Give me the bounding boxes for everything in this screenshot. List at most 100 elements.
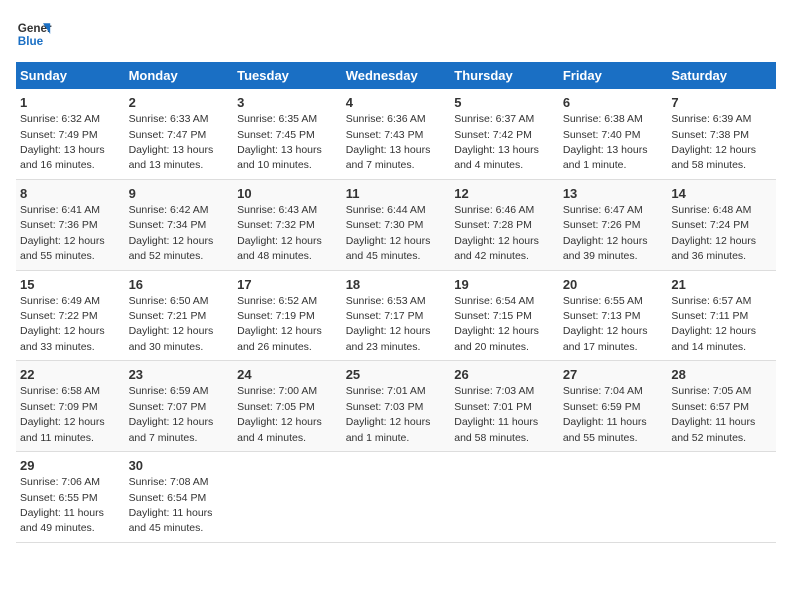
daylight: Daylight: 12 hours and 26 minutes. [237, 325, 322, 352]
day-cell: 26Sunrise: 7:03 AMSunset: 7:01 PMDayligh… [450, 361, 559, 452]
day-number: 26 [454, 366, 555, 384]
day-cell: 27Sunrise: 7:04 AMSunset: 6:59 PMDayligh… [559, 361, 668, 452]
sunrise: Sunrise: 7:01 AM [346, 385, 426, 397]
sunset: Sunset: 6:57 PM [671, 401, 749, 413]
daylight: Daylight: 12 hours and 11 minutes. [20, 416, 105, 443]
day-cell: 28Sunrise: 7:05 AMSunset: 6:57 PMDayligh… [667, 361, 776, 452]
sunset: Sunset: 7:30 PM [346, 219, 424, 231]
day-cell: 22Sunrise: 6:58 AMSunset: 7:09 PMDayligh… [16, 361, 125, 452]
sunrise: Sunrise: 6:50 AM [129, 295, 209, 307]
daylight: Daylight: 12 hours and 33 minutes. [20, 325, 105, 352]
sunset: Sunset: 7:32 PM [237, 219, 315, 231]
calendar-table: SundayMondayTuesdayWednesdayThursdayFrid… [16, 62, 776, 543]
day-cell: 9Sunrise: 6:42 AMSunset: 7:34 PMDaylight… [125, 179, 234, 270]
sunset: Sunset: 7:03 PM [346, 401, 424, 413]
day-cell [233, 452, 342, 543]
daylight: Daylight: 12 hours and 39 minutes. [563, 235, 648, 262]
col-header-tuesday: Tuesday [233, 62, 342, 89]
day-number: 18 [346, 276, 447, 294]
day-number: 19 [454, 276, 555, 294]
sunset: Sunset: 7:26 PM [563, 219, 641, 231]
day-cell: 7Sunrise: 6:39 AMSunset: 7:38 PMDaylight… [667, 89, 776, 179]
daylight: Daylight: 12 hours and 1 minute. [346, 416, 431, 443]
sunset: Sunset: 7:21 PM [129, 310, 207, 322]
week-row-3: 15Sunrise: 6:49 AMSunset: 7:22 PMDayligh… [16, 270, 776, 361]
sunset: Sunset: 7:47 PM [129, 129, 207, 141]
day-cell: 1Sunrise: 6:32 AMSunset: 7:49 PMDaylight… [16, 89, 125, 179]
day-cell: 13Sunrise: 6:47 AMSunset: 7:26 PMDayligh… [559, 179, 668, 270]
sunrise: Sunrise: 6:47 AM [563, 204, 643, 216]
sunset: Sunset: 6:54 PM [129, 492, 207, 504]
sunset: Sunset: 7:34 PM [129, 219, 207, 231]
daylight: Daylight: 12 hours and 23 minutes. [346, 325, 431, 352]
daylight: Daylight: 12 hours and 58 minutes. [671, 144, 756, 171]
daylight: Daylight: 12 hours and 48 minutes. [237, 235, 322, 262]
day-number: 11 [346, 185, 447, 203]
sunrise: Sunrise: 6:58 AM [20, 385, 100, 397]
sunrise: Sunrise: 6:38 AM [563, 113, 643, 125]
day-number: 15 [20, 276, 121, 294]
day-number: 20 [563, 276, 664, 294]
daylight: Daylight: 12 hours and 45 minutes. [346, 235, 431, 262]
daylight: Daylight: 11 hours and 58 minutes. [454, 416, 538, 443]
sunrise: Sunrise: 7:06 AM [20, 476, 100, 488]
sunset: Sunset: 7:43 PM [346, 129, 424, 141]
sunrise: Sunrise: 6:32 AM [20, 113, 100, 125]
daylight: Daylight: 12 hours and 4 minutes. [237, 416, 322, 443]
sunrise: Sunrise: 6:36 AM [346, 113, 426, 125]
sunrise: Sunrise: 6:55 AM [563, 295, 643, 307]
day-cell: 16Sunrise: 6:50 AMSunset: 7:21 PMDayligh… [125, 270, 234, 361]
sunrise: Sunrise: 6:59 AM [129, 385, 209, 397]
sunrise: Sunrise: 6:37 AM [454, 113, 534, 125]
sunset: Sunset: 7:36 PM [20, 219, 98, 231]
sunset: Sunset: 7:28 PM [454, 219, 532, 231]
daylight: Daylight: 12 hours and 30 minutes. [129, 325, 214, 352]
col-header-saturday: Saturday [667, 62, 776, 89]
sunrise: Sunrise: 6:41 AM [20, 204, 100, 216]
sunset: Sunset: 7:24 PM [671, 219, 749, 231]
day-cell: 24Sunrise: 7:00 AMSunset: 7:05 PMDayligh… [233, 361, 342, 452]
sunset: Sunset: 7:49 PM [20, 129, 98, 141]
day-cell: 14Sunrise: 6:48 AMSunset: 7:24 PMDayligh… [667, 179, 776, 270]
daylight: Daylight: 12 hours and 20 minutes. [454, 325, 539, 352]
day-cell [559, 452, 668, 543]
day-cell: 21Sunrise: 6:57 AMSunset: 7:11 PMDayligh… [667, 270, 776, 361]
week-row-5: 29Sunrise: 7:06 AMSunset: 6:55 PMDayligh… [16, 452, 776, 543]
daylight: Daylight: 11 hours and 45 minutes. [129, 507, 213, 534]
daylight: Daylight: 13 hours and 7 minutes. [346, 144, 431, 171]
sunset: Sunset: 6:55 PM [20, 492, 98, 504]
sunset: Sunset: 7:09 PM [20, 401, 98, 413]
day-number: 30 [129, 457, 230, 475]
day-cell: 5Sunrise: 6:37 AMSunset: 7:42 PMDaylight… [450, 89, 559, 179]
daylight: Daylight: 12 hours and 17 minutes. [563, 325, 648, 352]
sunrise: Sunrise: 6:42 AM [129, 204, 209, 216]
daylight: Daylight: 13 hours and 10 minutes. [237, 144, 322, 171]
calendar-body: 1Sunrise: 6:32 AMSunset: 7:49 PMDaylight… [16, 89, 776, 542]
daylight: Daylight: 13 hours and 13 minutes. [129, 144, 214, 171]
day-cell: 3Sunrise: 6:35 AMSunset: 7:45 PMDaylight… [233, 89, 342, 179]
day-number: 27 [563, 366, 664, 384]
day-cell: 6Sunrise: 6:38 AMSunset: 7:40 PMDaylight… [559, 89, 668, 179]
logo: General Blue [16, 16, 52, 52]
day-number: 10 [237, 185, 338, 203]
col-header-wednesday: Wednesday [342, 62, 451, 89]
page-header: General Blue [16, 16, 776, 52]
day-number: 28 [671, 366, 772, 384]
sunrise: Sunrise: 6:54 AM [454, 295, 534, 307]
col-header-thursday: Thursday [450, 62, 559, 89]
sunset: Sunset: 7:19 PM [237, 310, 315, 322]
week-row-1: 1Sunrise: 6:32 AMSunset: 7:49 PMDaylight… [16, 89, 776, 179]
day-cell: 23Sunrise: 6:59 AMSunset: 7:07 PMDayligh… [125, 361, 234, 452]
sunrise: Sunrise: 6:46 AM [454, 204, 534, 216]
daylight: Daylight: 13 hours and 16 minutes. [20, 144, 105, 171]
svg-text:Blue: Blue [18, 35, 44, 48]
day-cell: 25Sunrise: 7:01 AMSunset: 7:03 PMDayligh… [342, 361, 451, 452]
sunset: Sunset: 7:45 PM [237, 129, 315, 141]
header-row: SundayMondayTuesdayWednesdayThursdayFrid… [16, 62, 776, 89]
sunrise: Sunrise: 7:04 AM [563, 385, 643, 397]
day-cell: 20Sunrise: 6:55 AMSunset: 7:13 PMDayligh… [559, 270, 668, 361]
daylight: Daylight: 11 hours and 55 minutes. [563, 416, 647, 443]
sunset: Sunset: 7:15 PM [454, 310, 532, 322]
sunset: Sunset: 7:22 PM [20, 310, 98, 322]
col-header-monday: Monday [125, 62, 234, 89]
